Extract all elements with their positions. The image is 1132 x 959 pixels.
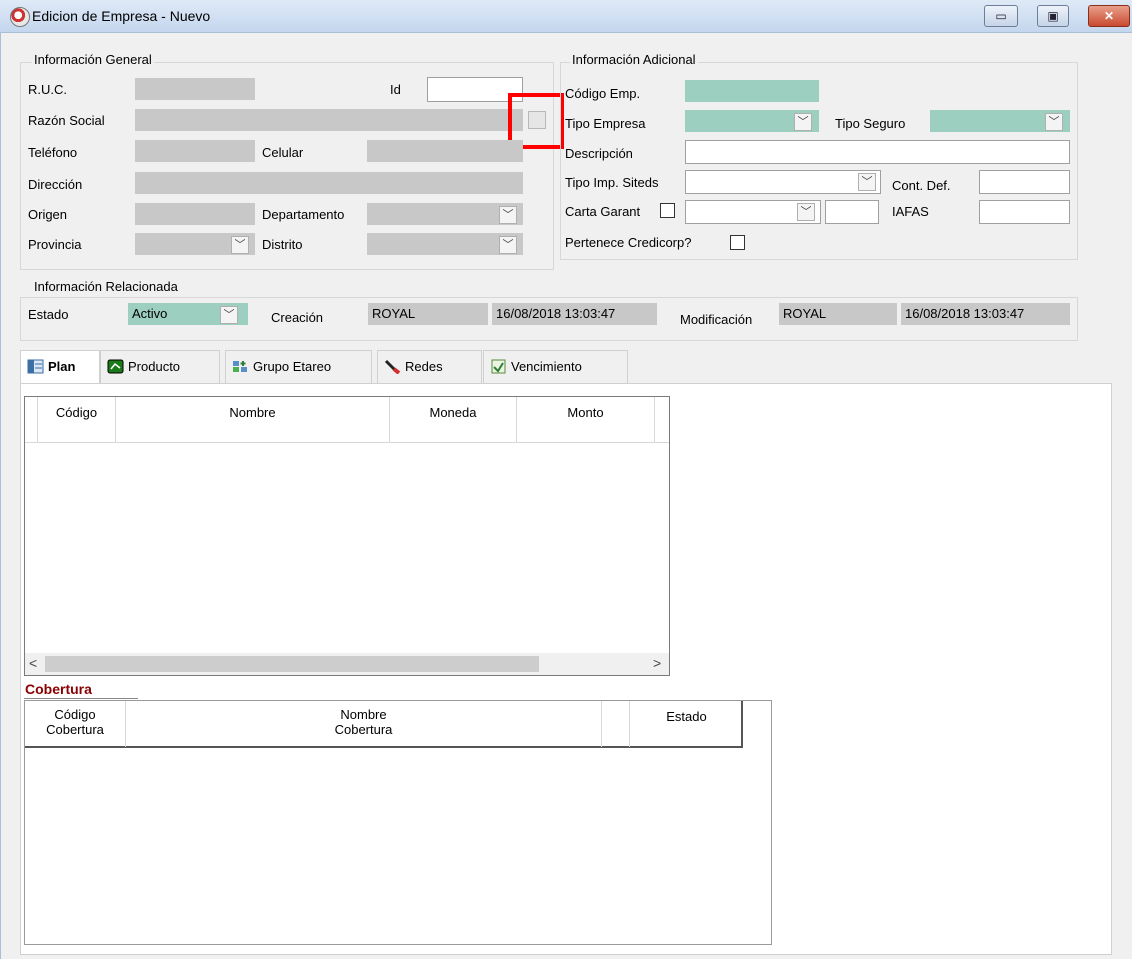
chevron-down-icon[interactable]: ﹀ xyxy=(220,306,238,324)
cobertura-column-codigo[interactable]: Código Cobertura xyxy=(25,701,126,747)
cobertura-column-codigo-line1: Código xyxy=(54,707,96,722)
codigo-emp-label: Código Emp. xyxy=(565,86,641,101)
close-button[interactable]: ✕ xyxy=(1088,5,1130,27)
redes-icon xyxy=(384,360,401,375)
window-title: Edicion de Empresa - Nuevo xyxy=(32,8,211,24)
departamento-label: Departamento xyxy=(262,207,345,222)
origen-label: Origen xyxy=(28,207,68,222)
chevron-down-icon[interactable]: ﹀ xyxy=(499,236,517,254)
telefono-label: Teléfono xyxy=(28,145,78,160)
minimize-button[interactable]: ▭ xyxy=(984,5,1018,27)
tipo-seguro-label: Tipo Seguro xyxy=(835,116,906,131)
pertenece-credicorp-checkbox[interactable] xyxy=(730,235,745,250)
cobertura-column-nombre[interactable]: Nombre Cobertura xyxy=(126,701,602,747)
carta-garant-label: Carta Garant xyxy=(565,204,641,219)
carta-garant-checkbox[interactable] xyxy=(660,203,675,218)
tab-producto[interactable]: Producto xyxy=(100,350,220,383)
tipo-empresa-label: Tipo Empresa xyxy=(565,116,646,131)
tab-producto-label: Producto xyxy=(128,359,181,374)
maximize-button[interactable]: ▣ xyxy=(1037,5,1069,27)
cobertura-column-nombre-line2: Cobertura xyxy=(334,722,393,737)
carta-garant-number-field[interactable] xyxy=(825,200,879,224)
tab-vencimiento[interactable]: Vencimiento xyxy=(483,350,628,383)
ruc-field[interactable] xyxy=(135,78,255,100)
razon-social-label: Razón Social xyxy=(28,113,105,128)
scroll-right-arrow-icon[interactable]: > xyxy=(653,655,661,671)
estado-label: Estado xyxy=(28,307,69,322)
cobertura-column-estado[interactable]: Estado xyxy=(630,701,743,747)
direccion-label: Dirección xyxy=(28,177,83,192)
tab-plan-label: Plan xyxy=(48,359,76,374)
plan-grid-horizontal-scrollbar[interactable]: < > xyxy=(25,653,669,675)
chevron-down-icon[interactable]: ﹀ xyxy=(797,203,815,221)
direccion-field[interactable] xyxy=(135,172,523,194)
celular-field[interactable] xyxy=(367,140,523,162)
pertenece-credicorp-label: Pertenece Credicorp? xyxy=(565,235,692,250)
origen-field[interactable] xyxy=(135,203,255,225)
cobertura-column-blank xyxy=(602,701,630,747)
razon-social-field[interactable] xyxy=(135,109,523,131)
distrito-label: Distrito xyxy=(262,237,303,252)
cobertura-grid[interactable]: Código Cobertura Nombre Cobertura Estado xyxy=(24,700,772,945)
producto-icon xyxy=(107,359,124,374)
tipo-imp-siteds-select[interactable] xyxy=(685,170,881,194)
ruc-label: R.U.C. xyxy=(28,82,67,97)
chevron-down-icon[interactable]: ﹀ xyxy=(1045,113,1063,131)
cobertura-title: Cobertura xyxy=(25,681,92,697)
plan-column-moneda[interactable]: Moneda xyxy=(390,397,517,443)
id-label: Id xyxy=(390,82,401,97)
grupo-icon xyxy=(233,361,247,373)
general-group-title: Información General xyxy=(32,52,154,67)
plan-grid-scroll-thumb[interactable] xyxy=(45,656,539,672)
title-bar[interactable]: Edicion de Empresa - Nuevo ▭ ▣ ✕ xyxy=(0,0,1132,33)
modificacion-date-field: 16/08/2018 13:03:47 xyxy=(901,303,1070,325)
telefono-field[interactable] xyxy=(135,140,255,162)
modificacion-label: Modificación xyxy=(680,312,753,327)
creacion-user-field: ROYAL xyxy=(368,303,488,325)
tab-redes-label: Redes xyxy=(405,359,443,374)
tab-grupo-etareo[interactable]: Grupo Etareo xyxy=(225,350,372,383)
relacionada-group-title: Información Relacionada xyxy=(32,279,180,294)
plan-grid[interactable]: Código Nombre Moneda Monto < > xyxy=(24,396,670,676)
tab-grupo-etareo-label: Grupo Etareo xyxy=(253,359,332,374)
creacion-date-field: 16/08/2018 13:03:47 xyxy=(492,303,657,325)
cobertura-column-nombre-line1: Nombre xyxy=(340,707,387,722)
tab-plan[interactable]: Plan xyxy=(20,350,100,384)
chevron-down-icon[interactable]: ﹀ xyxy=(231,236,249,254)
cobertura-column-codigo-line2: Cobertura xyxy=(46,722,104,737)
descripcion-field[interactable] xyxy=(685,140,1070,164)
scroll-left-arrow-icon[interactable]: < xyxy=(29,655,37,671)
plan-column-codigo[interactable]: Código xyxy=(38,397,116,443)
chevron-down-icon[interactable]: ﹀ xyxy=(499,206,517,224)
iafas-label: IAFAS xyxy=(892,204,929,219)
celular-label: Celular xyxy=(262,145,304,160)
plan-grid-indicator-column xyxy=(25,397,38,443)
descripcion-label: Descripción xyxy=(565,146,633,161)
plan-column-nombre[interactable]: Nombre xyxy=(116,397,390,443)
cont-def-label: Cont. Def. xyxy=(892,178,951,193)
provincia-label: Provincia xyxy=(28,237,82,252)
adicional-group-title: Información Adicional xyxy=(570,52,698,67)
chevron-down-icon[interactable]: ﹀ xyxy=(858,173,876,191)
chevron-down-icon[interactable]: ﹀ xyxy=(794,113,812,131)
cont-def-field[interactable] xyxy=(979,170,1070,194)
iafas-field[interactable] xyxy=(979,200,1070,224)
tab-vencimiento-label: Vencimiento xyxy=(511,359,582,374)
tipo-imp-siteds-label: Tipo Imp. Siteds xyxy=(565,175,659,190)
plan-column-monto[interactable]: Monto xyxy=(517,397,655,443)
tab-redes[interactable]: Redes xyxy=(377,350,482,383)
codigo-emp-field[interactable] xyxy=(685,80,819,102)
modificacion-user-field: ROYAL xyxy=(779,303,897,325)
plan-icon xyxy=(27,359,44,374)
creacion-label: Creación xyxy=(271,310,324,325)
cobertura-underline xyxy=(24,698,138,699)
app-icon xyxy=(10,7,30,27)
vencimiento-icon xyxy=(491,359,506,374)
